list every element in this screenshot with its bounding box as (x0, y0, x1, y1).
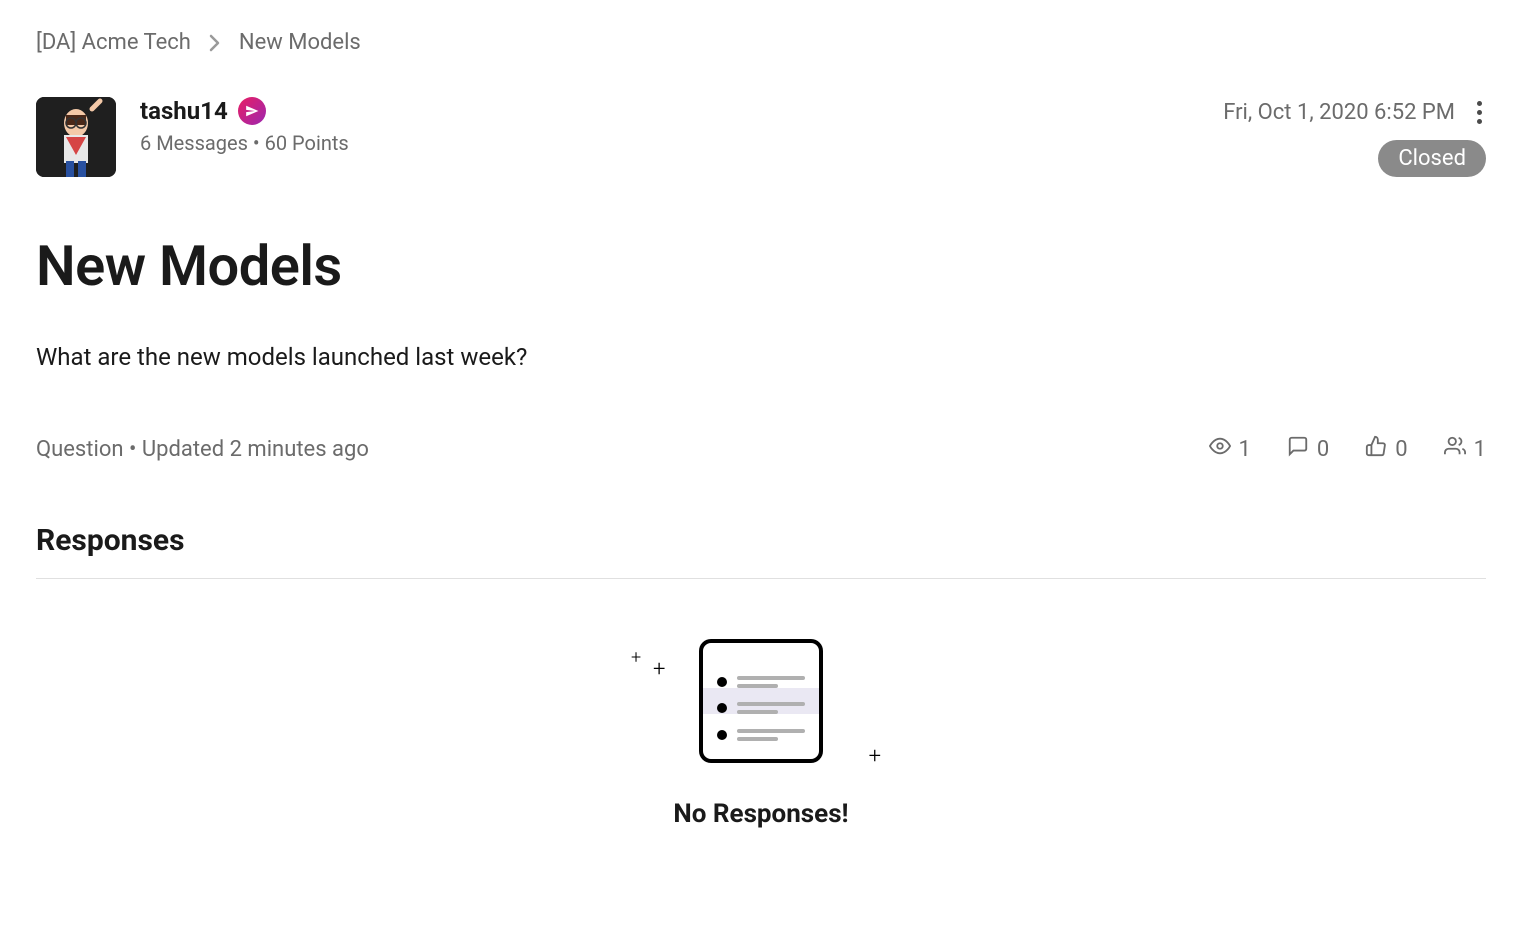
thumbs-up-icon (1365, 435, 1387, 463)
breadcrumb: [DA] Acme Tech New Models (36, 30, 1486, 55)
post-header: tashu14 6 Messages • 60 Points Fri, Oct … (36, 97, 1486, 177)
followers-count[interactable]: 1 (1444, 435, 1486, 463)
post-title: New Models (36, 233, 1486, 299)
breadcrumb-current: New Models (239, 30, 361, 55)
breadcrumb-parent-link[interactable]: [DA] Acme Tech (36, 30, 191, 55)
empty-state: + + + (36, 639, 1486, 829)
comments-count[interactable]: 0 (1287, 435, 1329, 463)
more-options-button[interactable] (1473, 97, 1486, 128)
likes-count[interactable]: 0 (1365, 435, 1407, 463)
plus-decoration-icon: + (631, 647, 641, 668)
author-stats: 6 Messages • 60 Points (140, 131, 349, 155)
author-name[interactable]: tashu14 (140, 97, 228, 125)
plus-decoration-icon: + (653, 657, 665, 682)
people-icon (1444, 435, 1466, 463)
author-avatar[interactable] (36, 97, 116, 177)
post-footer: Question • Updated 2 minutes ago 1 0 0 1 (36, 435, 1486, 463)
empty-illustration: + + + (699, 639, 823, 763)
comment-icon (1287, 435, 1309, 463)
engagement-stats: 1 0 0 1 (1209, 435, 1487, 463)
empty-list-icon (699, 639, 823, 763)
chevron-right-icon (209, 34, 221, 52)
responses-heading: Responses (36, 523, 1486, 579)
post-type-line: Question • Updated 2 minutes ago (36, 437, 369, 462)
plus-decoration-icon: + (869, 744, 881, 769)
empty-state-message: No Responses! (673, 799, 848, 829)
post-meta-right: Fri, Oct 1, 2020 6:52 PM Closed (1223, 97, 1486, 177)
eye-icon (1209, 435, 1231, 463)
post-body: What are the new models launched last we… (36, 343, 1486, 371)
status-badge: Closed (1378, 140, 1486, 177)
send-badge-icon (238, 97, 266, 125)
author-info: tashu14 6 Messages • 60 Points (140, 97, 349, 155)
post-timestamp: Fri, Oct 1, 2020 6:52 PM (1223, 100, 1455, 125)
views-count[interactable]: 1 (1209, 435, 1251, 463)
